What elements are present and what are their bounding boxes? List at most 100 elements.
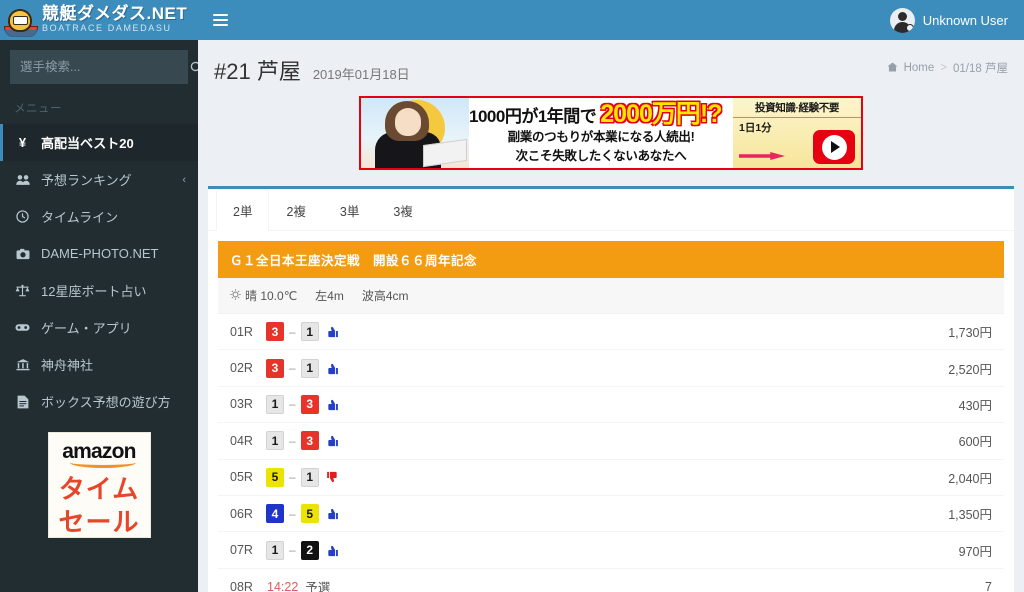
breadcrumb-current: 01/18 芦屋 bbox=[953, 63, 1008, 75]
boat-number-first: 1 bbox=[266, 540, 284, 560]
amazon-smile-icon bbox=[70, 457, 137, 468]
table-row[interactable]: 06R 4 – 5 1,350円 bbox=[218, 496, 1004, 533]
race-payout: 600円 bbox=[958, 435, 992, 450]
boat-number-second: 2 bbox=[300, 540, 319, 560]
logo-text: 競艇ダメダス.NET BOATRACE DAMEDASU bbox=[42, 5, 187, 35]
sidebar-item-games-apps[interactable]: ゲーム・アプリ bbox=[0, 309, 198, 346]
race-combination: 1 – 3 bbox=[266, 394, 319, 414]
boat-number-first: 3 bbox=[266, 322, 284, 342]
sidebar-item-label: 12星座ボート占い bbox=[41, 284, 147, 299]
race-combination: 3 – 1 bbox=[266, 322, 319, 342]
race-number: 05R bbox=[230, 470, 253, 485]
table-row[interactable]: 03R 1 – 3 430円 bbox=[218, 387, 1004, 424]
avatar bbox=[889, 7, 915, 33]
race-number: 03R bbox=[230, 397, 253, 412]
boat-number-first: 1 bbox=[266, 431, 284, 451]
sidebar-item-label: 予想ランキング bbox=[41, 173, 132, 188]
search-input[interactable] bbox=[11, 60, 190, 74]
boat-number-first: 4 bbox=[266, 504, 284, 524]
table-row[interactable]: 08R 14:22 予選 7 bbox=[218, 569, 1004, 592]
sidebar-item-horoscope[interactable]: 12星座ボート占い bbox=[0, 272, 198, 309]
page-date: 2019年01月18日 bbox=[312, 67, 410, 82]
users-icon bbox=[14, 174, 31, 186]
amazon-sale-line1: タイム bbox=[58, 474, 140, 504]
ad-sub-line1: 副業のつもりが本業になる人続出! bbox=[507, 130, 695, 144]
breadcrumb-home-link[interactable]: Home bbox=[904, 62, 935, 74]
tab-2tan[interactable]: 2単 bbox=[216, 189, 270, 231]
table-row[interactable]: 04R 1 – 3 600円 bbox=[218, 423, 1004, 460]
gamepad-icon bbox=[14, 323, 31, 332]
user-menu[interactable]: Unknown User bbox=[880, 0, 1024, 40]
sidebar-toggle-button[interactable] bbox=[198, 0, 242, 40]
race-combination: 1 – 2 bbox=[266, 540, 319, 560]
weather-wave: 波高4cm bbox=[361, 289, 409, 303]
search-button[interactable] bbox=[190, 51, 198, 83]
page-title: #21 芦屋 bbox=[214, 59, 301, 84]
thumbs-down-icon bbox=[326, 398, 339, 411]
sidebar-item-prediction-ranking[interactable]: 予想ランキング ‹ bbox=[0, 161, 198, 198]
race-combination: 3 – 1 bbox=[266, 358, 319, 378]
race-combination: 1 – 3 bbox=[266, 431, 319, 451]
site-logo[interactable]: 競艇ダメダス.NET BOATRACE DAMEDASU bbox=[0, 0, 198, 40]
sidebar-item-box-guide[interactable]: ボックス予想の遊び方 bbox=[0, 383, 198, 420]
race-list: 01R 3 – 1 1,730円 02R 3 – 1 2,520円 03R 1 … bbox=[218, 314, 1004, 592]
race-payout: 7 bbox=[985, 579, 992, 592]
sidebar-item-shrine[interactable]: 神舟神社 bbox=[0, 346, 198, 383]
play-button[interactable] bbox=[813, 130, 855, 164]
promo-ad-banner[interactable]: 1000円が1年間で 2000万円!? 副業のつもりが本業になる人続出! 次こそ… bbox=[359, 96, 863, 170]
arrow-right-icon bbox=[739, 152, 785, 160]
box-body: Ｇ１全日本王座決定戦 開設６６周年記念 晴 10.0℃ 左4m 波高4cm 01… bbox=[208, 231, 1014, 592]
boat-number-second: 1 bbox=[300, 322, 319, 342]
ad-text: 1000円が1年間で 2000万円!? 副業のつもりが本業になる人続出! 次こそ… bbox=[469, 98, 733, 168]
chevron-left-icon: ‹ bbox=[182, 173, 186, 186]
ad-headline-big: 2000万円!? bbox=[600, 100, 722, 128]
boat-number-second: 1 bbox=[300, 358, 319, 378]
ad-tag-line1: 投資知識·経験不要 bbox=[733, 98, 861, 118]
table-row[interactable]: 02R 3 – 1 2,520円 bbox=[218, 350, 1004, 387]
tab-2fuku[interactable]: 2複 bbox=[269, 189, 322, 231]
tab-3fuku[interactable]: 3複 bbox=[376, 189, 429, 231]
breadcrumb-separator: > bbox=[940, 62, 948, 74]
amazon-timesale-ad[interactable]: amazon タイム セール bbox=[47, 432, 151, 538]
search-box[interactable] bbox=[10, 50, 198, 84]
race-number: 01R bbox=[230, 324, 253, 339]
race-number: 08R bbox=[230, 579, 253, 592]
content-header: #21 芦屋 2019年01月18日 Home > 01/18 芦屋 bbox=[198, 40, 1024, 96]
sidebar: メニュー ¥ 高配当ベスト20 予想ランキング ‹ bbox=[0, 40, 198, 592]
thumbs-down-icon bbox=[326, 544, 339, 557]
amazon-sale-line2: セール bbox=[58, 507, 140, 538]
weather-condition: 晴 10.0℃ bbox=[245, 289, 298, 303]
sidebar-item-high-payout[interactable]: ¥ 高配当ベスト20 bbox=[0, 124, 198, 161]
combo-dash: – bbox=[289, 470, 296, 485]
table-row[interactable]: 05R 5 – 1 2,040円 bbox=[218, 460, 1004, 496]
sidebar-item-timeline[interactable]: タイムライン bbox=[0, 198, 198, 235]
table-row[interactable]: 07R 1 – 2 970円 bbox=[218, 532, 1004, 569]
tab-label: 3複 bbox=[393, 205, 413, 219]
boat-helmet-logo-icon bbox=[4, 3, 38, 37]
sidebar-menu-header: メニュー bbox=[14, 103, 62, 115]
sidebar-item-label: ボックス予想の遊び方 bbox=[41, 395, 171, 410]
content-wrapper: #21 芦屋 2019年01月18日 Home > 01/18 芦屋 1000円… bbox=[198, 40, 1024, 592]
combo-dash: – bbox=[289, 543, 296, 558]
play-icon bbox=[821, 134, 847, 160]
thumbs-down-icon bbox=[326, 362, 339, 375]
balance-scale-icon bbox=[14, 284, 31, 297]
race-number: 06R bbox=[230, 506, 253, 521]
weather-row: 晴 10.0℃ 左4m 波高4cm bbox=[218, 278, 1004, 314]
ad-cta-panel: 投資知識·経験不要 1日1分 bbox=[733, 98, 861, 168]
race-payout: 1,350円 bbox=[948, 508, 992, 523]
race-payout: 430円 bbox=[958, 398, 992, 413]
breadcrumb: Home > 01/18 芦屋 bbox=[887, 60, 1008, 76]
tab-label: 3単 bbox=[339, 205, 360, 219]
race-stage-label: 予選 bbox=[305, 581, 331, 592]
combo-dash: – bbox=[289, 361, 296, 376]
race-number: 02R bbox=[230, 361, 253, 376]
race-results-box: 2単 2複 3単 3複 Ｇ１全日本王座決定戦 開設６６周年記念 晴 10.0℃ … bbox=[208, 186, 1014, 592]
search-icon bbox=[190, 61, 198, 71]
tab-3tan[interactable]: 3単 bbox=[323, 189, 376, 231]
race-payout: 1,730円 bbox=[948, 326, 992, 341]
table-row[interactable]: 01R 3 – 1 1,730円 bbox=[218, 314, 1004, 351]
race-start-time: 14:22 bbox=[267, 579, 299, 592]
sidebar-item-dame-photo[interactable]: DAME-PHOTO.NET bbox=[0, 235, 198, 272]
app-root: 競艇ダメダス.NET BOATRACE DAMEDASU Unknown Use… bbox=[0, 0, 1024, 592]
